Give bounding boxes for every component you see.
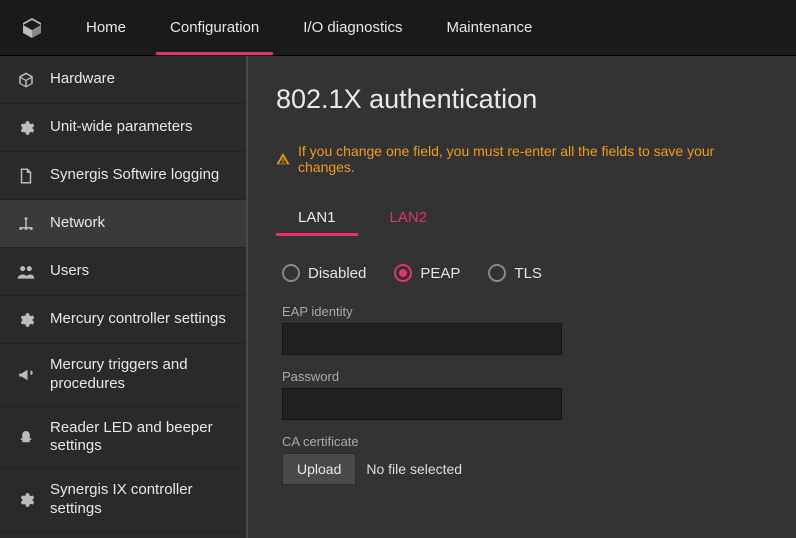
sidebar-item-mercury-controller[interactable]: Mercury controller settings	[0, 296, 246, 344]
topnav-maintenance[interactable]: Maintenance	[424, 0, 554, 55]
radio-peap[interactable]: PEAP	[394, 264, 460, 282]
sidebar-item-label: Mercury controller settings	[50, 310, 226, 329]
radio-label: PEAP	[420, 265, 460, 282]
radio-tls[interactable]: TLS	[488, 264, 542, 282]
top-nav: Home Configuration I/O diagnostics Maint…	[64, 0, 554, 55]
sidebar: Hardware Unit-wide parameters Synergis S…	[0, 56, 248, 538]
sidebar-item-label: Synergis Softwire logging	[50, 166, 219, 185]
password-label: Password	[282, 369, 762, 384]
radio-label: TLS	[514, 265, 542, 282]
sidebar-item-reader-led[interactable]: Reader LED and beeper settings	[0, 407, 246, 470]
radio-circle-icon	[488, 264, 506, 282]
sidebar-item-label: Unit-wide parameters	[50, 118, 193, 137]
topnav-io-diagnostics[interactable]: I/O diagnostics	[281, 0, 424, 55]
tab-label: LAN2	[390, 209, 428, 226]
gear-icon	[16, 310, 36, 330]
upload-button[interactable]: Upload	[282, 453, 356, 485]
warning-banner: If you change one field, you must re-ent…	[276, 143, 768, 175]
gear-icon	[16, 490, 36, 510]
users-icon	[16, 262, 36, 282]
tab-label: LAN1	[298, 209, 336, 226]
password-input[interactable]	[282, 388, 562, 420]
sidebar-item-label: Network	[50, 214, 105, 233]
warning-icon	[276, 152, 290, 166]
tab-lan1[interactable]: LAN1	[276, 203, 358, 236]
sidebar-item-users[interactable]: Users	[0, 248, 246, 296]
warning-text: If you change one field, you must re-ent…	[298, 143, 768, 175]
topnav-label: Maintenance	[446, 19, 532, 36]
sidebar-item-label: Mercury triggers and procedures	[50, 356, 232, 394]
beacon-icon	[16, 427, 36, 447]
page-icon	[16, 166, 36, 186]
sidebar-item-label: Hardware	[50, 70, 115, 89]
app-logo	[0, 0, 64, 55]
page-title: 802.1X authentication	[276, 84, 768, 115]
topnav-home[interactable]: Home	[64, 0, 148, 55]
topnav-label: Home	[86, 19, 126, 36]
lan-tabs: LAN1 LAN2	[276, 203, 768, 236]
sidebar-item-synergis-ix[interactable]: Synergis IX controller settings	[0, 469, 246, 532]
sidebar-item-hardware[interactable]: Hardware	[0, 56, 246, 104]
eap-identity-input[interactable]	[282, 323, 562, 355]
radio-circle-icon	[282, 264, 300, 282]
sidebar-item-mercury-triggers[interactable]: Mercury triggers and procedures	[0, 344, 246, 407]
topnav-label: Configuration	[170, 19, 259, 36]
sidebar-item-label: Users	[50, 262, 89, 281]
tab-lan2[interactable]: LAN2	[368, 203, 450, 236]
topnav-label: I/O diagnostics	[303, 19, 402, 36]
sidebar-item-softwire-logging[interactable]: Synergis Softwire logging	[0, 152, 246, 200]
topnav-configuration[interactable]: Configuration	[148, 0, 281, 55]
auth-mode-radios: Disabled PEAP TLS	[282, 264, 762, 282]
cube-icon	[16, 70, 36, 90]
eap-identity-label: EAP identity	[282, 304, 762, 319]
file-status-text: No file selected	[366, 461, 462, 477]
sidebar-item-unit-wide-parameters[interactable]: Unit-wide parameters	[0, 104, 246, 152]
ca-cert-label: CA certificate	[282, 434, 762, 449]
gear-icon	[16, 118, 36, 138]
radio-circle-icon	[394, 264, 412, 282]
main-content: 802.1X authentication If you change one …	[248, 56, 796, 538]
sidebar-item-network[interactable]: Network	[0, 200, 246, 248]
sidebar-item-label: Synergis IX controller settings	[50, 481, 232, 519]
radio-label: Disabled	[308, 265, 366, 282]
megaphone-icon	[16, 365, 36, 385]
sidebar-item-label: Reader LED and beeper settings	[50, 419, 232, 457]
radio-disabled[interactable]: Disabled	[282, 264, 366, 282]
network-icon	[16, 214, 36, 234]
